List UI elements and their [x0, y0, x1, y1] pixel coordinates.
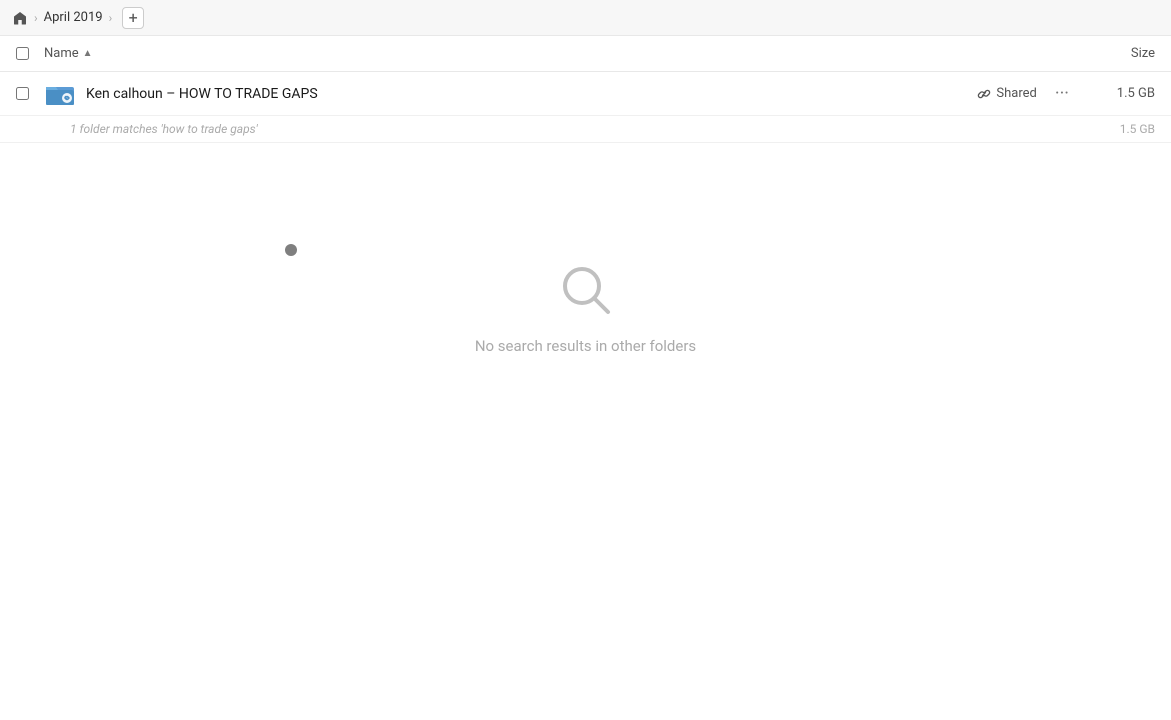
select-all-checkbox[interactable] — [16, 47, 29, 60]
folder-icon — [44, 78, 76, 110]
folder-svg-icon — [46, 83, 74, 105]
empty-search-icon — [559, 263, 613, 321]
file-row[interactable]: Ken calhoun – HOW TO TRADE GAPS Shared ·… — [0, 72, 1171, 116]
header-checkbox-area — [16, 47, 44, 60]
name-column-header[interactable]: Name ▲ — [44, 46, 1075, 61]
match-text: 1 folder matches 'how to trade gaps' — [70, 122, 1075, 136]
sort-arrow-icon: ▲ — [83, 48, 93, 59]
match-info-row: 1 folder matches 'how to trade gaps' 1.5… — [0, 116, 1171, 143]
column-header: Name ▲ Size — [0, 36, 1171, 72]
home-button[interactable] — [12, 10, 28, 26]
breadcrumb-bar: › April 2019 › + — [0, 0, 1171, 36]
breadcrumb-chevron-2: › — [109, 11, 113, 25]
shared-badge[interactable]: Shared — [977, 86, 1036, 101]
shared-label: Shared — [996, 86, 1036, 101]
name-column-label: Name — [44, 46, 79, 61]
empty-state: No search results in other folders — [0, 143, 1171, 355]
file-size: 1.5 GB — [1075, 86, 1155, 101]
add-tab-button[interactable]: + — [122, 7, 144, 29]
breadcrumb-chevron-1: › — [34, 11, 38, 25]
search-empty-icon — [559, 263, 613, 317]
more-options-button[interactable]: ··· — [1049, 81, 1075, 106]
row-checkbox-area — [16, 87, 44, 100]
file-name-label[interactable]: Ken calhoun – HOW TO TRADE GAPS — [86, 86, 977, 102]
link-icon — [977, 87, 991, 101]
match-size: 1.5 GB — [1075, 122, 1155, 136]
empty-state-message: No search results in other folders — [475, 337, 696, 355]
size-column-header[interactable]: Size — [1075, 46, 1155, 61]
home-icon — [12, 10, 28, 26]
file-actions: Shared ··· — [977, 81, 1075, 106]
breadcrumb-april-2019[interactable]: April 2019 — [44, 10, 103, 25]
row-checkbox[interactable] — [16, 87, 29, 100]
